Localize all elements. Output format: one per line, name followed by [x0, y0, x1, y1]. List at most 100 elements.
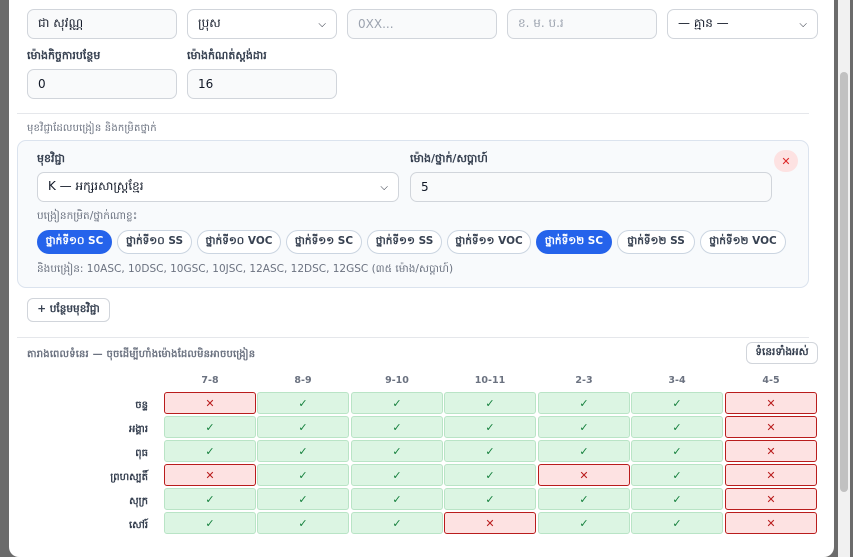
chip-level-5[interactable]: ថ្នាក់ទី១១ VOC [447, 230, 531, 254]
day-label: ព្រហស្បតិ៍ [110, 472, 148, 483]
chip-label: ថ្នាក់ទី១១ SS [375, 234, 434, 247]
chip-level-2[interactable]: ថ្នាក់ទី១០ VOC [197, 230, 281, 254]
slot-cell[interactable]: ✓ [538, 488, 630, 510]
slot-cell[interactable]: ✓ [351, 488, 443, 510]
scrollbar-thumb[interactable] [840, 72, 848, 492]
slot-cell[interactable]: ✕ [444, 512, 536, 534]
all-free-button[interactable]: ទំនេរទាំងអស់ [746, 342, 818, 364]
subject-value: K — អក្សរសាស្ត្រខ្មែរ [48, 179, 144, 193]
slot-cell[interactable]: ✕ [725, 440, 817, 462]
slot-cell[interactable]: ✓ [164, 512, 256, 534]
chip-level-1[interactable]: ថ្នាក់ទី១០ SS [117, 230, 192, 254]
slot-cell[interactable]: ✓ [351, 464, 443, 486]
hours-per-class-label: ម៉ោង/ថ្នាក់/សប្តាហ៍ [410, 152, 488, 165]
slot-cell[interactable]: ✓ [538, 392, 630, 414]
phone-input[interactable]: 0XX... [347, 9, 497, 39]
slot-cell[interactable]: ✓ [257, 392, 349, 414]
slot-cell[interactable]: ✕ [725, 464, 817, 486]
slot-cell[interactable]: ✓ [164, 416, 256, 438]
close-icon: ✕ [781, 154, 791, 168]
gender-value: ប្រុស [198, 16, 221, 30]
slot-cell[interactable]: ✕ [725, 416, 817, 438]
gender-select[interactable]: ប្រុស ⌵ [187, 9, 337, 39]
slot-cell[interactable]: ✓ [164, 440, 256, 462]
slot-cell[interactable]: ✓ [351, 392, 443, 414]
chip-label: ថ្នាក់ទី១០ SC [45, 234, 104, 247]
period-header: 10-11 [474, 375, 506, 386]
subject-select[interactable]: K — អក្សរសាស្ត្រខ្មែរ ⌵ [37, 172, 399, 202]
slot-cell[interactable]: ✓ [257, 416, 349, 438]
slot-cell[interactable]: ✕ [725, 488, 817, 510]
slot-cell[interactable]: ✓ [257, 440, 349, 462]
slot-cell[interactable]: ✓ [631, 512, 723, 534]
slot-cell[interactable]: ✓ [538, 512, 630, 534]
slot-cell[interactable]: ✓ [631, 440, 723, 462]
chip-level-3[interactable]: ថ្នាក់ទី១១ SC [286, 230, 362, 254]
day-label: សៅរ៍ [128, 520, 148, 531]
slot-cell[interactable]: ✓ [538, 416, 630, 438]
slot-cell[interactable]: ✓ [351, 416, 443, 438]
day-label: ពុធ [135, 448, 148, 459]
chevron-down-icon: ⌵ [318, 18, 326, 30]
slot-cell[interactable]: ✕ [164, 464, 256, 486]
slot-cell[interactable]: ✕ [538, 464, 630, 486]
slot-cell[interactable]: ✓ [631, 464, 723, 486]
add-subject-button[interactable]: + បន្ថែមមុខវិជ្ជា [27, 298, 110, 322]
period-header: 9-10 [385, 375, 409, 386]
chip-level-4[interactable]: ថ្នាក់ទី១១ SS [367, 230, 442, 254]
chip-label: ថ្នាក់ទី១២ SC [544, 234, 604, 247]
period-header: 4-5 [762, 375, 780, 386]
slot-cell[interactable]: ✕ [725, 512, 817, 534]
slot-cell[interactable]: ✓ [631, 488, 723, 510]
slot-cell[interactable]: ✓ [444, 464, 536, 486]
divider [17, 337, 809, 338]
subjects-section-title: មុខវិជ្ជាដែលបង្រៀន និងកម្រិតថ្នាក់ [27, 123, 157, 134]
phone-placeholder: 0XX... [358, 17, 394, 31]
homeroom-value: — គ្មាន — [678, 16, 729, 30]
extra-hours-input[interactable]: 0 [27, 69, 177, 99]
schedule-section-title: តារាងពេលទំនេរ — ចុចដើម្បីហាំងម៉ោងដែលមិនអ… [27, 349, 256, 360]
day-label: ចន្ទ [135, 400, 148, 411]
chip-level-7[interactable]: ថ្នាក់ទី១២ SS [617, 230, 695, 254]
divider [17, 113, 809, 114]
chip-label: ថ្នាក់ទី១១ SC [294, 234, 354, 247]
slot-cell[interactable]: ✓ [351, 512, 443, 534]
slot-cell[interactable]: ✓ [444, 440, 536, 462]
homeroom-select[interactable]: — គ្មាន — ⌵ [667, 9, 818, 39]
slot-cell[interactable]: ✓ [444, 416, 536, 438]
period-header: 8-9 [294, 375, 312, 386]
chip-label: ថ្នាក់ទី១១ VOC [455, 234, 523, 247]
extra-hours-value: 0 [38, 77, 46, 91]
chip-level-8[interactable]: ថ្នាក់ទី១២ VOC [700, 230, 786, 254]
chip-level-0[interactable]: ថ្នាក់ទី១០ SC [37, 230, 112, 254]
remove-subject-button[interactable]: ✕ [774, 150, 798, 172]
chip-label: ថ្នាក់ទី១២ VOC [709, 234, 777, 247]
hours-per-class-value: 5 [421, 180, 429, 194]
standard-hours-value: 16 [198, 77, 214, 91]
hours-per-class-input[interactable]: 5 [410, 172, 772, 202]
slot-cell[interactable]: ✓ [257, 488, 349, 510]
dob-input[interactable]: ខ. ម. ប.រ [507, 9, 657, 39]
chip-label: ថ្នាក់ទី១០ SS [125, 234, 184, 247]
scrollbar[interactable] [838, 0, 850, 557]
name-input[interactable]: ជា សុវណ្ណ [27, 9, 177, 39]
slot-cell[interactable]: ✓ [257, 512, 349, 534]
will-teach-note: និងបង្រៀន: 10ASC, 10DSC, 10GSC, 10JSC, 1… [37, 263, 454, 275]
slot-cell[interactable]: ✓ [164, 488, 256, 510]
day-label: សុក្រ [129, 496, 148, 507]
slot-cell[interactable]: ✓ [351, 440, 443, 462]
slot-cell[interactable]: ✓ [444, 488, 536, 510]
slot-cell[interactable]: ✓ [631, 392, 723, 414]
chevron-down-icon: ⌵ [380, 181, 388, 193]
slot-cell[interactable]: ✓ [257, 464, 349, 486]
standard-hours-label: ម៉ោងកំណត់ស្តង់ដារ [187, 49, 267, 62]
slot-cell[interactable]: ✓ [631, 416, 723, 438]
slot-cell[interactable]: ✓ [444, 392, 536, 414]
chip-level-6[interactable]: ថ្នាក់ទី១២ SC [536, 230, 612, 254]
standard-hours-input[interactable]: 16 [187, 69, 337, 99]
slot-cell[interactable]: ✓ [538, 440, 630, 462]
period-header: 2-3 [575, 375, 593, 386]
slot-cell[interactable]: ✕ [164, 392, 256, 414]
extra-hours-label: ម៉ោងកិច្ចការបន្ថែម [27, 49, 101, 62]
slot-cell[interactable]: ✕ [725, 392, 817, 414]
